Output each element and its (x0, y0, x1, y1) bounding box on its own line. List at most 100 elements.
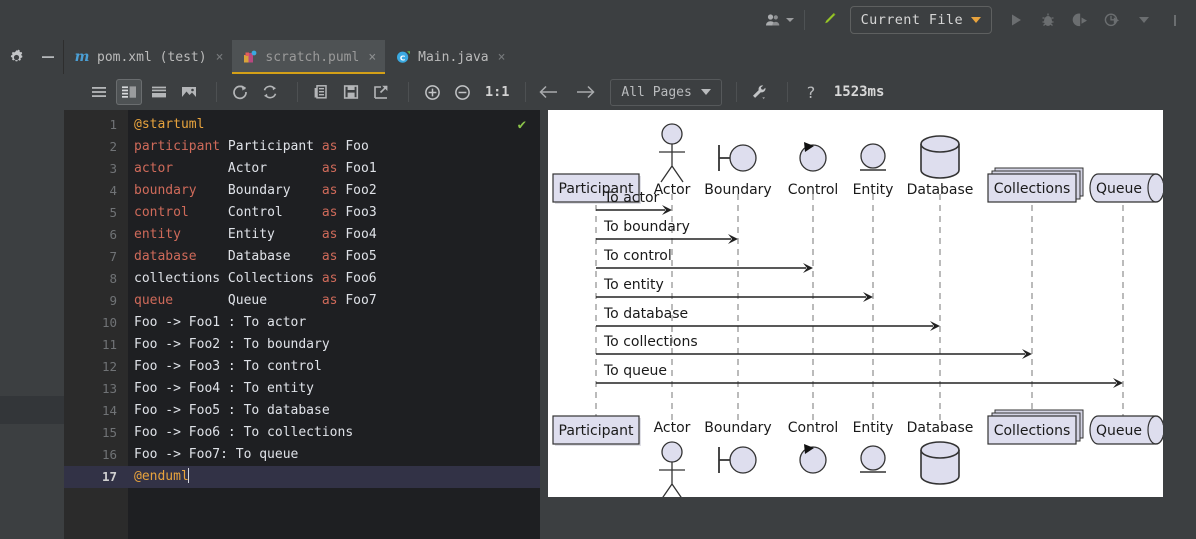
chevron-down-icon (1139, 17, 1149, 23)
reload-preview-button[interactable] (257, 79, 283, 105)
code-token: Database (197, 249, 322, 264)
code-line[interactable]: Foo -> Foo7: To queue (128, 444, 540, 466)
code-token: database (134, 249, 197, 264)
code-line[interactable]: boundary Boundary as Foo2 (128, 180, 540, 202)
code-line[interactable]: actor Actor as Foo1 (128, 158, 540, 180)
tab-pom-xml[interactable]: m pom.xml (test) × (64, 40, 232, 74)
line-number[interactable]: 1 (64, 114, 128, 136)
editor-code-area[interactable]: ✔ @startuml participant Participant as Fo… (128, 110, 540, 539)
toolbar-divider (736, 82, 737, 102)
open-external-button[interactable] (368, 79, 394, 105)
inspection-status-icon[interactable]: ✔ (518, 117, 526, 133)
participant-name: Actor (654, 420, 691, 436)
line-number[interactable]: 17 (64, 466, 128, 488)
zoom-in-button[interactable] (419, 79, 445, 105)
next-page-button[interactable] (572, 79, 598, 105)
zoom-out-icon (453, 83, 472, 102)
message-arrow: To database (596, 306, 940, 331)
zoom-out-button[interactable] (449, 79, 475, 105)
line-number[interactable]: 8 (64, 268, 128, 290)
code-token: Boundary (197, 183, 322, 198)
code-line[interactable]: database Database as Foo5 (128, 246, 540, 268)
code-editor[interactable]: 1234567891011121314151617 ✔ @startumlpar… (64, 110, 540, 539)
tab-scratch-puml[interactable]: scratch.puml × (232, 40, 385, 74)
line-number[interactable]: 11 (64, 334, 128, 356)
code-line[interactable]: participant Participant as Foo (128, 136, 540, 158)
code-line[interactable]: Foo -> Foo1 : To actor (128, 312, 540, 334)
minimize-icon (40, 49, 56, 65)
run-with-coverage-icon (1071, 11, 1089, 29)
layout-preview-stacked-button[interactable] (146, 79, 172, 105)
image-preview-button[interactable] (176, 79, 202, 105)
uml-sequence-diagram: ParticipantActorBoundaryControlEntityDat… (548, 110, 1163, 497)
tab-close-button[interactable]: × (216, 50, 224, 65)
help-button[interactable]: ? (798, 79, 824, 105)
code-line[interactable]: Foo -> Foo3 : To control (128, 356, 540, 378)
code-token: Foo5 (338, 249, 377, 264)
code-line[interactable]: Foo -> Foo5 : To database (128, 400, 540, 422)
debug-button[interactable] (1032, 7, 1064, 33)
zoom-reset-button[interactable]: 1:1 (479, 84, 515, 100)
line-number[interactable]: 16 (64, 444, 128, 466)
code-line[interactable]: @enduml (128, 466, 540, 488)
code-token: Actor (173, 161, 322, 176)
toolbar-divider (525, 82, 526, 102)
line-number[interactable]: 10 (64, 312, 128, 334)
arrow-right-icon (574, 84, 596, 100)
code-line[interactable]: queue Queue as Foo7 (128, 290, 540, 312)
run-configuration-selector[interactable]: Current File (850, 6, 992, 34)
code-line[interactable]: entity Entity as Foo4 (128, 224, 540, 246)
more-toolbar-button[interactable] (1160, 7, 1192, 33)
tab-main-java[interactable]: C Main.java × (385, 40, 514, 74)
line-number[interactable]: 15 (64, 422, 128, 444)
participant-name: Collections (994, 181, 1071, 197)
line-number[interactable]: 6 (64, 224, 128, 246)
settings-button[interactable] (8, 49, 25, 66)
hide-tool-window-button[interactable] (40, 49, 56, 65)
line-number[interactable]: 7 (64, 246, 128, 268)
line-number[interactable]: 9 (64, 290, 128, 312)
layout-editor-only-button[interactable] (86, 79, 112, 105)
code-line[interactable]: collections Collections as Foo6 (128, 268, 540, 290)
layout-editor-and-preview-button[interactable] (116, 79, 142, 105)
line-number[interactable]: 4 (64, 180, 128, 202)
editor-tab-bar: m pom.xml (test) × scratch.puml × (0, 40, 1196, 75)
copy-diagram-button[interactable] (308, 79, 334, 105)
pages-selector[interactable]: All Pages (610, 79, 721, 106)
line-number[interactable]: 5 (64, 202, 128, 224)
code-line[interactable]: control Control as Foo3 (128, 202, 540, 224)
plantuml-preview-panel[interactable]: ParticipantActorBoundaryControlEntityDat… (548, 110, 1163, 497)
profile-button[interactable] (1096, 7, 1128, 33)
overflow-icon (1172, 11, 1180, 29)
tab-close-button[interactable]: × (368, 50, 376, 65)
participant-queue: Queue (1090, 174, 1163, 202)
code-token: @startuml (134, 117, 204, 132)
user-accounts-button[interactable] (762, 7, 797, 33)
code-token: Foo -> Foo2 : To boundary (134, 337, 330, 352)
code-line[interactable]: Foo -> Foo2 : To boundary (128, 334, 540, 356)
code-line[interactable]: Foo -> Foo6 : To collections (128, 422, 540, 444)
line-number[interactable]: 12 (64, 356, 128, 378)
code-line[interactable]: Foo -> Foo4 : To entity (128, 378, 540, 400)
participant-database: Database (907, 420, 974, 484)
code-token: Foo3 (338, 205, 377, 220)
line-number[interactable]: 13 (64, 378, 128, 400)
code-line[interactable]: @startuml (128, 114, 540, 136)
preview-scrollbar[interactable] (1163, 110, 1167, 497)
previous-page-button[interactable] (536, 79, 562, 105)
code-token: control (134, 205, 189, 220)
participant-participant: Participant (553, 416, 641, 446)
more-run-options-button[interactable] (1128, 7, 1160, 33)
refresh-preview-button[interactable] (227, 79, 253, 105)
code-token: boundary (134, 183, 197, 198)
build-button[interactable] (812, 7, 844, 33)
save-diagram-button[interactable] (338, 79, 364, 105)
run-button[interactable] (1000, 7, 1032, 33)
run-with-coverage-button[interactable] (1064, 7, 1096, 33)
preview-settings-button[interactable] (747, 79, 773, 105)
tab-close-button[interactable]: × (498, 50, 506, 65)
line-number[interactable]: 14 (64, 400, 128, 422)
line-number[interactable]: 3 (64, 158, 128, 180)
line-number[interactable]: 2 (64, 136, 128, 158)
boundary-circle (730, 447, 756, 473)
